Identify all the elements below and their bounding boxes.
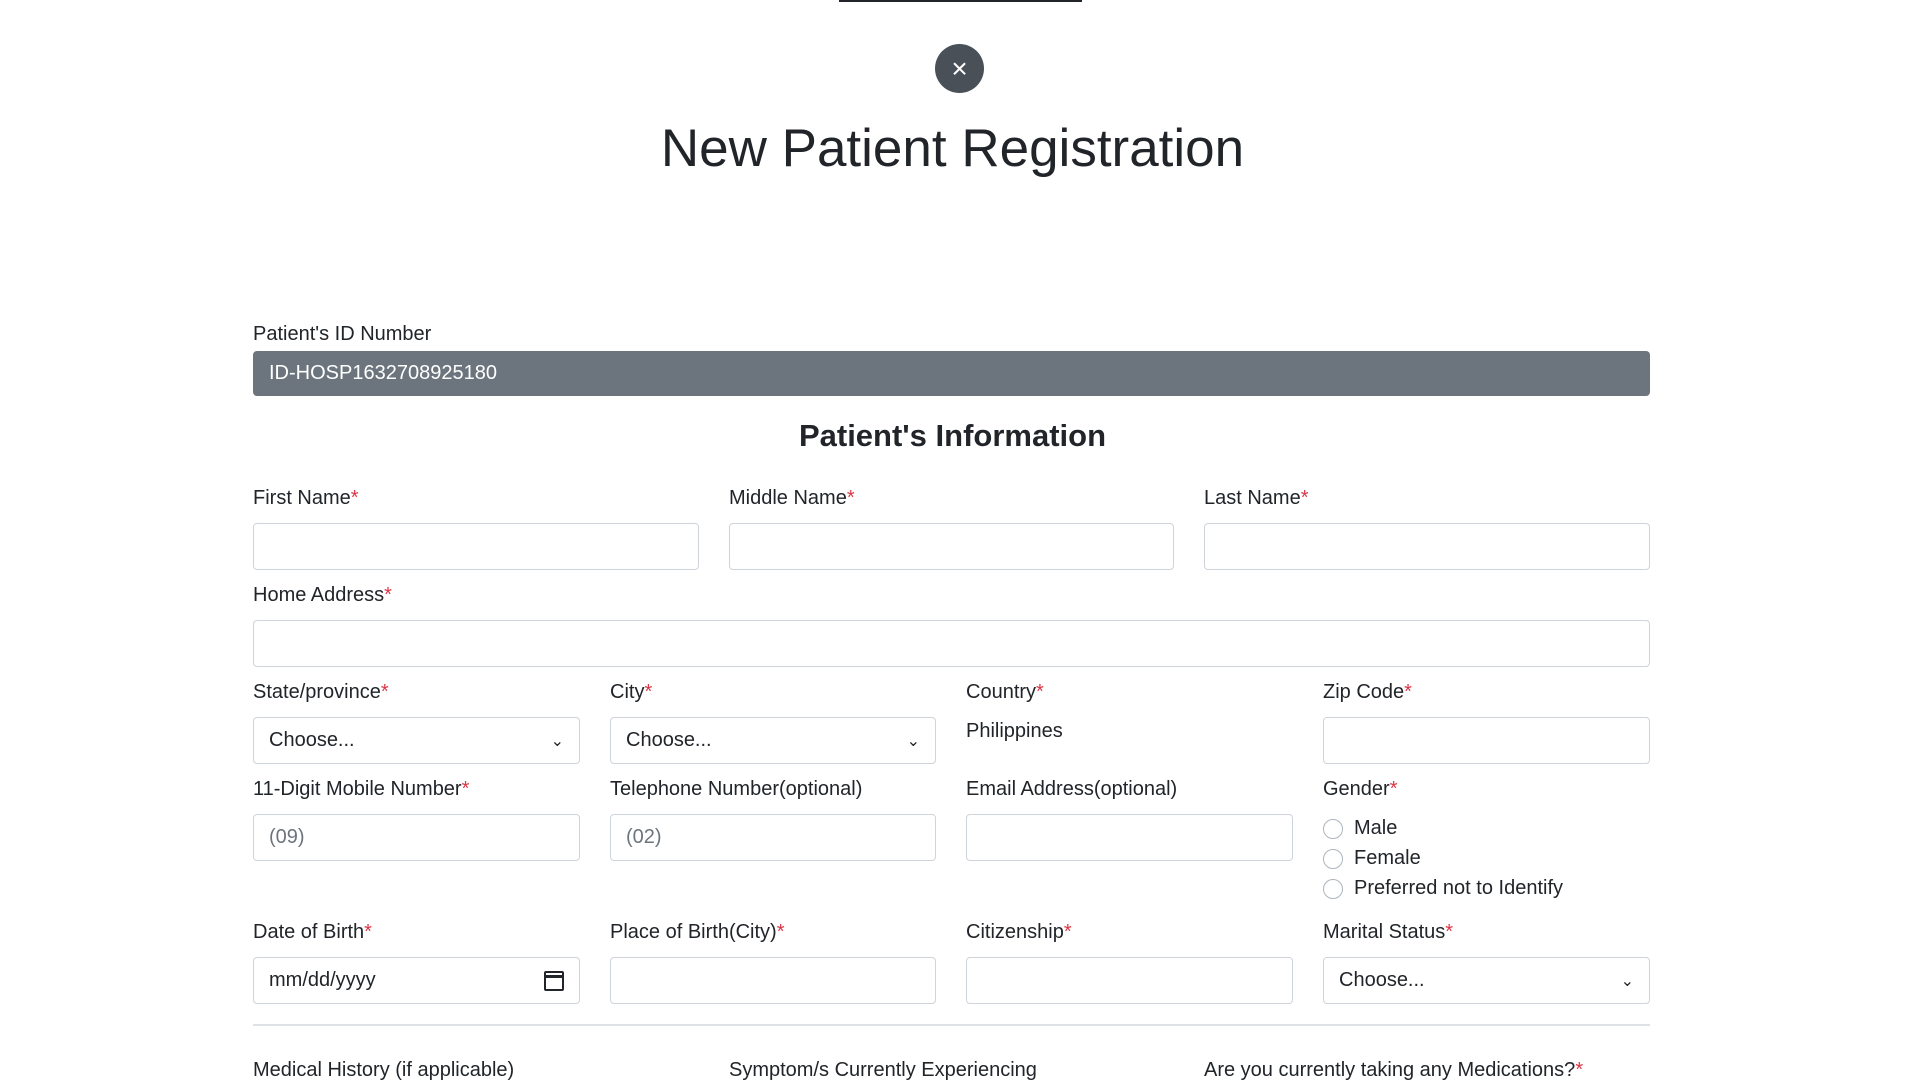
top-divider [839, 0, 1082, 2]
mobile-label: 11-Digit Mobile Number* [253, 778, 470, 800]
state-label: State/province* [253, 681, 389, 703]
email-input[interactable] [966, 814, 1293, 861]
patient-id-label: Patient's ID Number [253, 323, 432, 345]
radio-button[interactable] [1323, 848, 1343, 869]
gender-option-male[interactable]: Male [1323, 817, 1397, 840]
radio-button[interactable] [1323, 818, 1343, 839]
marital-status-label: Marital Status* [1323, 921, 1454, 943]
required-mark: * [350, 487, 359, 509]
first-name-input[interactable] [253, 523, 699, 570]
required-mark: * [1404, 681, 1412, 703]
home-address-label: Home Address* [253, 584, 392, 606]
symptoms-label: Symptom/s Currently Experiencing [729, 1059, 1037, 1080]
patient-id-field: ID-HOSP1632708925180 [253, 351, 1650, 396]
marital-status-select[interactable]: Choose... ⌄ [1323, 957, 1650, 1004]
state-select[interactable]: Choose... ⌄ [253, 717, 580, 764]
chevron-down-icon: ⌄ [906, 732, 920, 750]
required-mark: * [461, 778, 470, 800]
citizenship-label: Citizenship* [966, 921, 1072, 943]
required-mark: * [1300, 487, 1309, 509]
section-divider [253, 1024, 1650, 1026]
medical-history-label: Medical History (if applicable) [253, 1059, 515, 1080]
patient-id-value: ID-HOSP1632708925180 [269, 362, 497, 384]
city-label: City* [610, 681, 653, 703]
gender-option-female[interactable]: Female [1323, 847, 1421, 870]
mobile-input[interactable]: (09) [253, 814, 580, 861]
calendar-icon[interactable] [544, 970, 564, 991]
required-mark: * [1036, 681, 1044, 703]
medications-label: Are you currently taking any Medications… [1204, 1059, 1584, 1080]
required-mark: * [1063, 921, 1072, 943]
required-mark: * [380, 681, 389, 703]
dob-label: Date of Birth* [253, 921, 372, 943]
required-mark: * [364, 921, 372, 943]
middle-name-input[interactable] [729, 523, 1174, 570]
home-address-input[interactable] [253, 620, 1650, 667]
country-label: Country* [966, 681, 1044, 703]
required-mark: * [846, 487, 855, 509]
first-name-label: First Name* [253, 487, 359, 509]
required-mark: * [1389, 778, 1398, 800]
gender-label: Gender* [1323, 778, 1398, 800]
telephone-input[interactable]: (02) [610, 814, 936, 861]
place-of-birth-input[interactable] [610, 957, 936, 1004]
email-label: Email Address(optional) [966, 778, 1178, 800]
required-mark: * [1445, 921, 1454, 943]
required-mark: * [644, 681, 653, 703]
country-value: Philippines [966, 720, 1063, 742]
place-of-birth-label: Place of Birth(City)* [610, 921, 785, 943]
required-mark: * [384, 584, 392, 606]
section-title: Patient's Information [798, 418, 1107, 453]
radio-button[interactable] [1323, 878, 1343, 899]
close-button[interactable]: × [935, 44, 984, 93]
chevron-down-icon: ⌄ [550, 732, 564, 750]
city-select[interactable]: Choose... ⌄ [610, 717, 936, 764]
citizenship-input[interactable] [966, 957, 1293, 1004]
zip-label: Zip Code* [1323, 681, 1412, 703]
dob-input[interactable]: mm/dd/yyyy [253, 957, 580, 1004]
required-mark: * [1575, 1059, 1584, 1080]
registration-page: × New Patient Registration Patient's ID … [0, 0, 1905, 1080]
close-icon: × [951, 52, 968, 84]
last-name-label: Last Name* [1204, 487, 1309, 509]
chevron-down-icon: ⌄ [1620, 972, 1634, 990]
required-mark: * [776, 921, 785, 943]
page-title: New Patient Registration [660, 119, 1245, 178]
telephone-label: Telephone Number(optional) [610, 778, 863, 800]
middle-name-label: Middle Name* [729, 487, 855, 509]
last-name-input[interactable] [1204, 523, 1650, 570]
gender-option-not-identify[interactable]: Preferred not to Identify [1323, 877, 1563, 900]
zip-input[interactable] [1323, 717, 1650, 764]
